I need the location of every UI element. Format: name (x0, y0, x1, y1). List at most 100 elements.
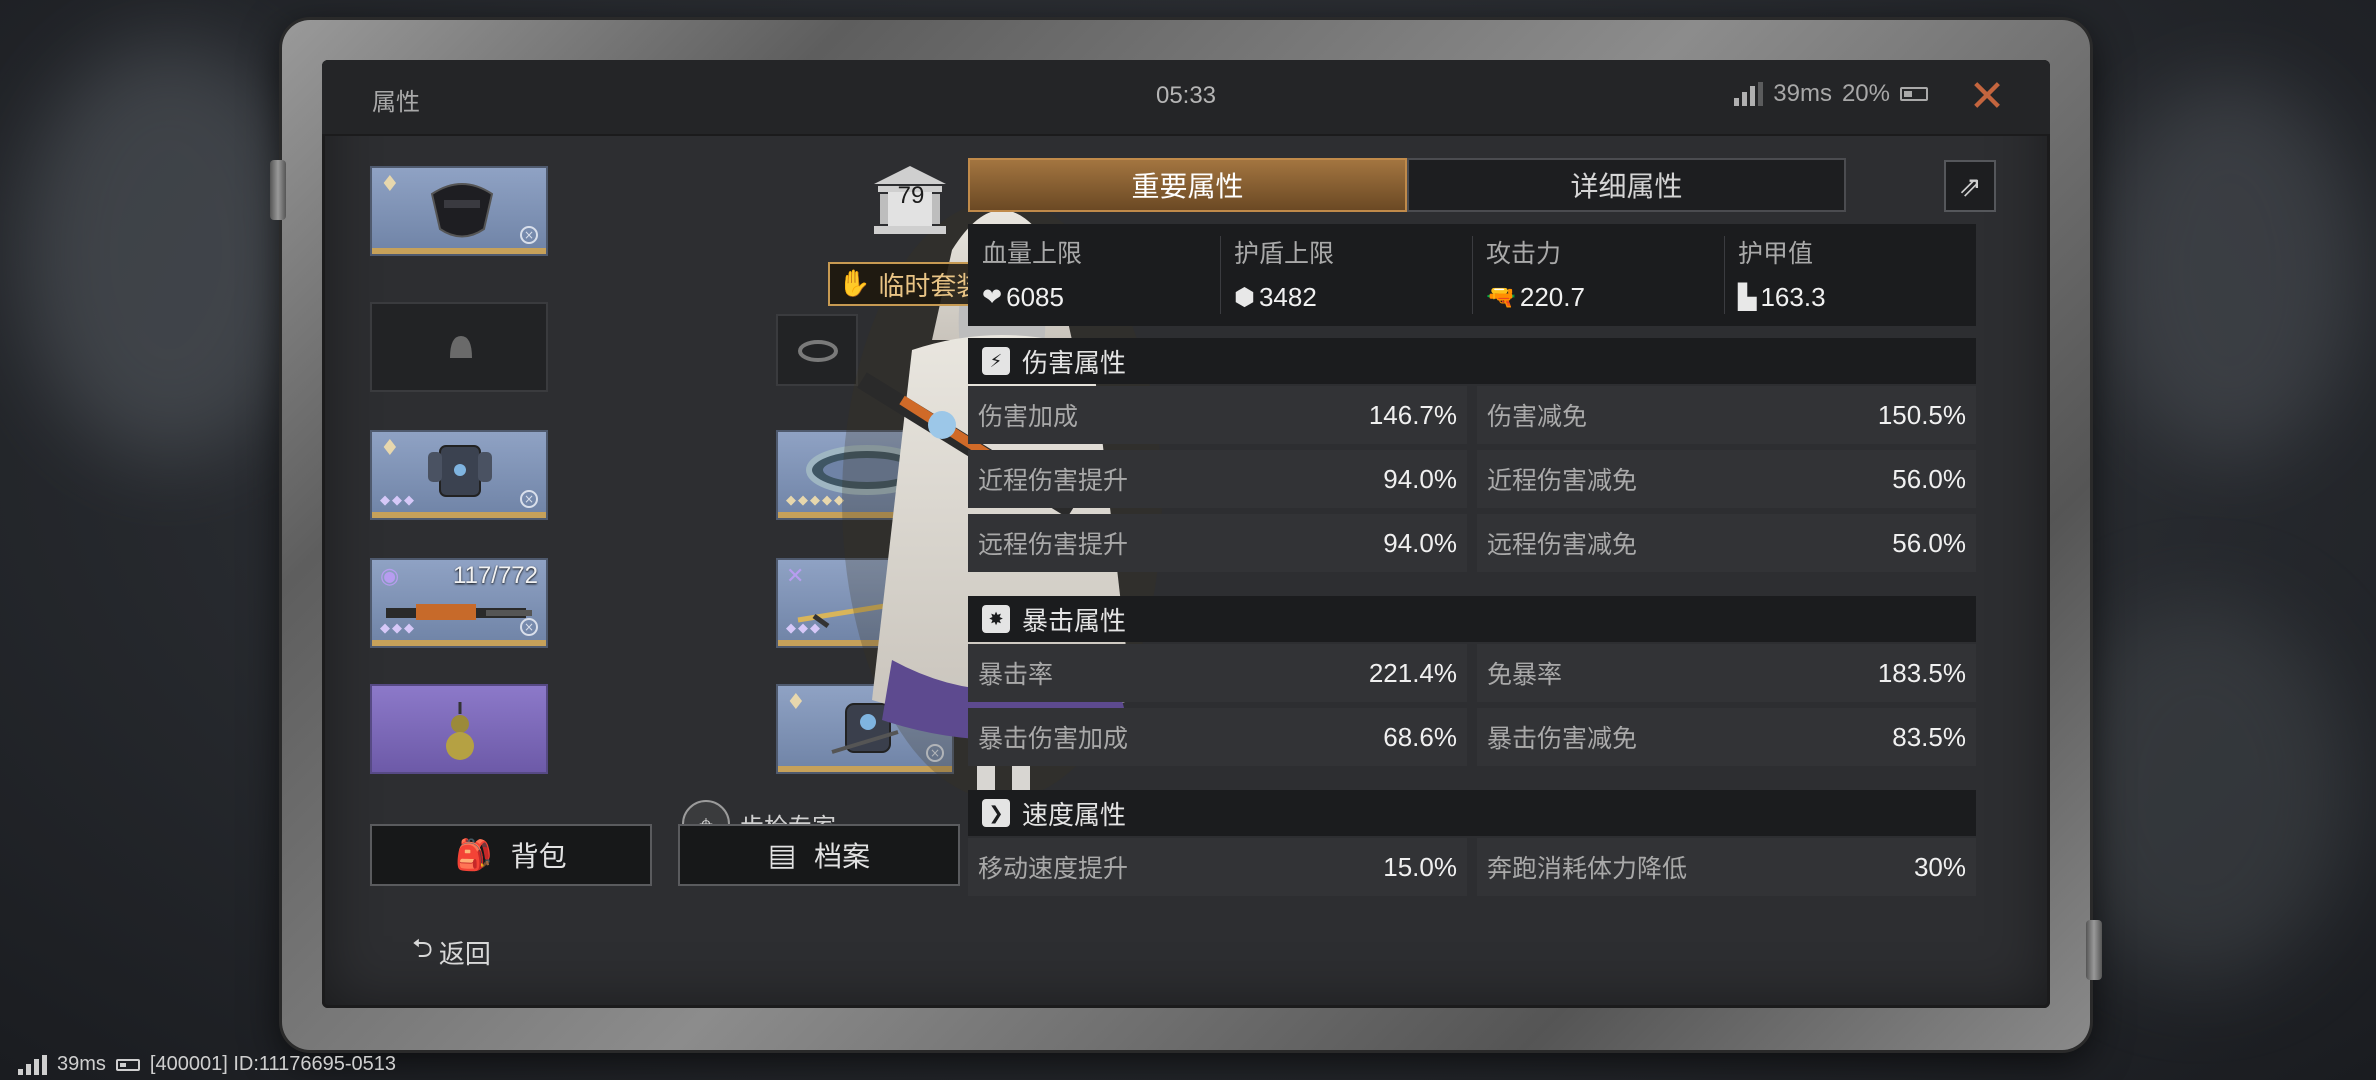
stat-value: 183.5% (1877, 657, 1966, 688)
footer-id: [400001] ID:11176695-0513 (149, 1053, 397, 1075)
backpack-icon: 🎒 (455, 837, 493, 873)
back-button[interactable]: ⮌ 返回 (412, 930, 491, 974)
stat-label: 暴击伤害加成 (978, 724, 1129, 753)
hand-icon: ✋ (838, 269, 871, 299)
stat-tabs: 重要属性 详细属性 (968, 158, 1846, 212)
stat-value: 68.6% (1383, 721, 1457, 752)
stat-label: 远程伤害提升 (978, 530, 1129, 559)
stat-label: 免暴率 (1487, 660, 1563, 689)
section-damage: ⚡ 伤害属性 (968, 338, 1976, 384)
tab-main-stats[interactable]: 重要属性 (968, 158, 1407, 212)
mask-icon (430, 183, 494, 238)
key-stat-label: 血量上限 (982, 239, 1083, 268)
backpack-button[interactable]: 🎒 背包 (370, 824, 652, 886)
stat-label: 远程伤害减免 (1487, 530, 1638, 559)
rank-icon: ◆◆◆ (380, 493, 416, 508)
section-title: 伤害属性 (1022, 348, 1127, 379)
share-icon: ⇗ (1958, 169, 1982, 203)
stat-row: 近程伤害提升 94.0% 近程伤害减免 56.0% (968, 450, 1976, 508)
stat-row: 远程伤害提升 94.0% 远程伤害减免 56.0% (968, 514, 1976, 572)
gun-icon: 🔫 (1486, 284, 1516, 311)
heart-icon: ❤ (982, 284, 1003, 311)
close-button[interactable]: ✕ (1964, 74, 2010, 120)
crit-icon: ✸ (982, 605, 1010, 633)
archive-button[interactable]: ▤ 档案 (678, 824, 960, 886)
durability-bar (372, 512, 546, 518)
rank-icon: ◆◆◆ (380, 621, 416, 636)
set-label: 临时套装 (878, 271, 983, 302)
battery-icon (115, 1058, 140, 1071)
section-crit: ✸ 暴击属性 (968, 596, 1976, 642)
stat-value: 56.0% (1892, 527, 1966, 558)
clock: 05:33 (1155, 82, 1217, 109)
weapon-badge-icon: ✕ (786, 564, 805, 589)
section-title: 速度属性 (1022, 800, 1127, 831)
stat-label: 伤害减免 (1487, 402, 1588, 431)
stat-row: 伤害加成 146.7% 伤害减免 150.5% (968, 386, 1976, 444)
frame-hinge (270, 160, 286, 220)
stat-label: 近程伤害减免 (1487, 466, 1638, 495)
stat-value: 150.5% (1877, 399, 1966, 430)
archive-label: 档案 (814, 840, 871, 873)
title-bar: 属性 05:33 39ms 20% ✕ (322, 60, 2050, 136)
stat-value: 15.0% (1383, 851, 1457, 882)
shield-icon: ⬢ (1234, 284, 1255, 311)
lock-icon: × (520, 226, 538, 244)
key-stats: 血量上限 ❤ 6085 护盾上限 ⬢ 3482 攻击力 🔫 220.7 护甲值 ▙ 16… (968, 224, 1976, 326)
equip-slot-accessory[interactable] (370, 684, 548, 774)
level-number: 79 (897, 182, 925, 209)
stat-value: 94.0% (1383, 527, 1457, 558)
signal-icon (1734, 82, 1764, 106)
lock-icon: × (520, 490, 538, 508)
footer-ping: 39ms (57, 1053, 106, 1075)
tab-detail-stats[interactable]: 详细属性 (1407, 158, 1846, 212)
equip-slot-armor[interactable]: ♦ ◆◆◆ × (370, 430, 548, 520)
ping-text: 39ms (1773, 80, 1832, 107)
key-stat-value: 6085 (1006, 282, 1064, 312)
share-button[interactable]: ⇗ (1944, 160, 1996, 212)
stat-label: 暴击伤害减免 (1487, 724, 1638, 753)
frame-hinge (2086, 920, 2102, 980)
diamond-icon: ♦ (786, 690, 806, 715)
background-blur (2100, 80, 2360, 460)
key-stat-label: 护甲值 (1738, 239, 1814, 268)
armor-icon: ▙ (1738, 284, 1757, 311)
lock-icon: × (520, 618, 538, 636)
back-arrow-icon: ⮌ (412, 934, 433, 964)
key-stat-label: 攻击力 (1486, 239, 1562, 268)
key-stat-attack: 攻击力 🔫 220.7 (1472, 224, 1724, 326)
close-icon: ✕ (1968, 71, 2006, 122)
stat-label: 近程伤害提升 (978, 466, 1129, 495)
stat-value: 146.7% (1368, 399, 1457, 430)
ammo-count: 117/772 (453, 562, 538, 589)
signal-icon (18, 1054, 47, 1075)
equip-slot-mask[interactable]: ♦ × (370, 166, 548, 256)
section-speed: ❯ 速度属性 (968, 790, 1976, 836)
stat-label: 移动速度提升 (978, 854, 1129, 883)
diamond-icon: ♦ (380, 436, 400, 461)
key-stat-value: 3482 (1258, 282, 1317, 312)
key-stat-value: 163.3 (1760, 282, 1826, 312)
document-icon: ▤ (767, 837, 797, 873)
dialog-panel: 属性 05:33 39ms 20% ✕ ♦ × ♦ ◆◆◆ × ◉ 117/77… (322, 60, 2050, 1008)
status-area: 39ms 20% (1734, 80, 1928, 108)
stat-label: 伤害加成 (978, 402, 1079, 431)
diamond-icon: ♦ (380, 172, 400, 197)
stat-label: 暴击率 (978, 660, 1054, 689)
speed-icon: ❯ (982, 799, 1010, 827)
stat-value: 83.5% (1892, 721, 1966, 752)
stat-value: 221.4% (1368, 657, 1457, 688)
durability-bar (372, 248, 546, 254)
key-stat-label: 护盾上限 (1234, 239, 1335, 268)
dialog-title: 属性 (372, 88, 420, 116)
back-label: 返回 (438, 939, 491, 970)
background-blur (20, 40, 320, 460)
stat-value: 30% (1913, 851, 1966, 882)
ring-icon (798, 340, 838, 362)
equip-slot-empty[interactable] (370, 302, 548, 392)
stats-dialog: 属性 05:33 39ms 20% ✕ ♦ × ♦ ◆◆◆ × ◉ 117/77… (270, 20, 2102, 1050)
equip-slot-primary-weapon[interactable]: ◉ 117/772 ◆◆◆ × (370, 558, 548, 648)
armor-vest-icon (428, 445, 492, 497)
stat-value: 94.0% (1383, 463, 1457, 494)
weapon-badge-icon: ◉ (380, 564, 400, 589)
